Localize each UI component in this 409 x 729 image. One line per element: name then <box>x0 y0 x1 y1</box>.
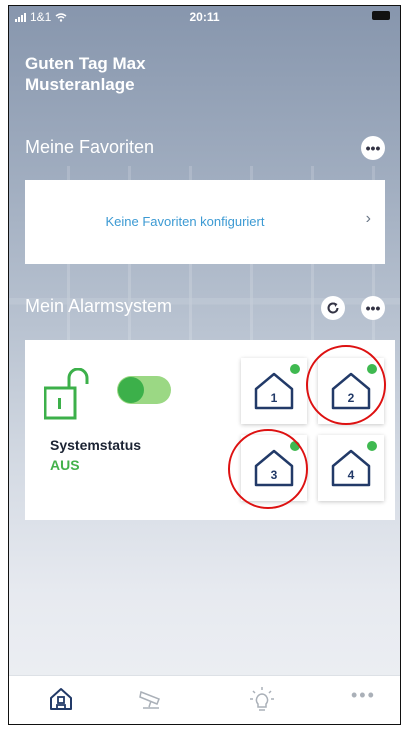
tab-home[interactable] <box>48 686 74 717</box>
favorites-empty-text: Keine Favoriten konfiguriert <box>105 214 265 229</box>
zone-number: 4 <box>347 468 355 482</box>
tab-camera[interactable] <box>137 686 169 717</box>
favorites-title: Meine Favoriten <box>25 137 155 157</box>
greeting-block: Guten Tag Max Musteranlage <box>25 53 146 95</box>
tab-more[interactable]: ••• <box>351 685 376 706</box>
refresh-icon <box>327 302 339 314</box>
alarm-more-button[interactable]: ••• <box>361 296 385 320</box>
highlight-circle-zone-3 <box>228 429 308 509</box>
clock: 20:11 <box>189 10 220 24</box>
favorites-more-button[interactable]: ••• <box>361 136 385 160</box>
favorites-card[interactable]: Keine Favoriten konfiguriert › <box>25 180 385 264</box>
system-status-value: AUS <box>50 457 80 473</box>
status-bar: 1&1 20:11 <box>9 6 400 28</box>
highlight-circle-zone-2 <box>306 345 386 425</box>
zone-number: 1 <box>270 391 278 405</box>
zone-status-dot <box>367 441 377 451</box>
chevron-right-icon: › <box>365 210 371 227</box>
refresh-button[interactable] <box>321 296 345 320</box>
battery-icon <box>372 11 390 20</box>
unlocked-icon <box>44 368 89 420</box>
zone-status-dot <box>290 364 300 374</box>
arm-toggle[interactable] <box>117 376 171 404</box>
system-status-label: Systemstatus <box>50 437 142 453</box>
installation-name: Musteranlage <box>25 75 135 94</box>
toggle-knob <box>118 377 144 403</box>
greeting-text: Guten Tag Max <box>25 54 146 73</box>
zone-button-4[interactable]: 4 <box>318 435 384 501</box>
app-screen: 1&1 20:11 Guten Tag Max Musteranlage Mei… <box>8 5 401 725</box>
lightbulb-icon <box>250 687 274 711</box>
camera-icon <box>139 690 160 709</box>
tab-bar: ••• <box>9 675 400 724</box>
zone-button-1[interactable]: 1 <box>241 358 307 424</box>
tab-light[interactable] <box>249 686 275 719</box>
alarm-title: Mein Alarmsystem <box>25 296 173 316</box>
home-icon <box>50 688 72 710</box>
